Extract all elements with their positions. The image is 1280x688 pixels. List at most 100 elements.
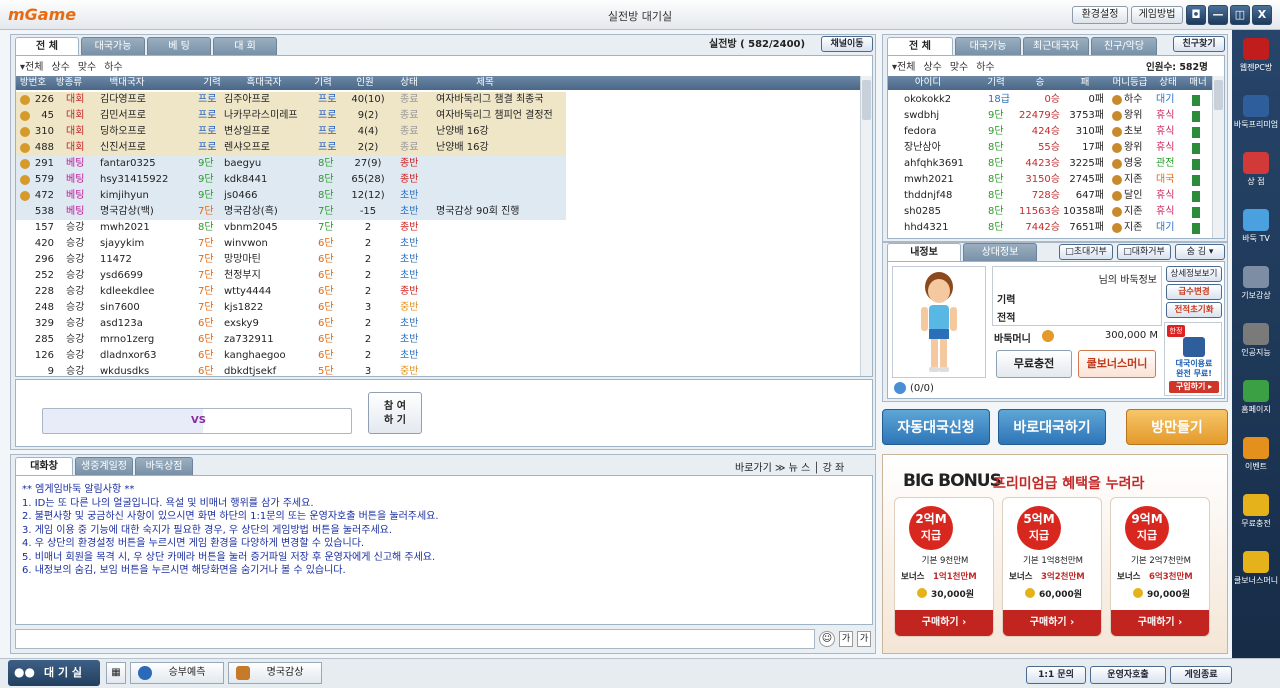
room-col-5[interactable]: 기력 — [308, 76, 338, 90]
user-row[interactable]: mwh2021 8단 3150승 2745패 지존 대국 — [888, 172, 1212, 188]
room-row[interactable]: 420 승강 sjayykim 7단 winvwon 6단 2 초반 — [16, 236, 860, 252]
room-row[interactable]: 285 승강 mrno1zerg 6단 za732911 6단 2 초반 — [16, 332, 860, 348]
sidebar-item-4[interactable]: 기보감상 — [1232, 266, 1280, 301]
user-filter-0[interactable]: ▾전체 — [892, 62, 915, 73]
chat-tab-1[interactable]: 생중계일정 — [75, 457, 133, 475]
user-row[interactable]: fedora 9단 424승 310패 초보 휴식 — [888, 124, 1212, 140]
room-tab-0[interactable]: 전 체 — [15, 37, 79, 55]
call-admin-button[interactable]: 운영자호출 — [1090, 666, 1166, 684]
room-col-6[interactable]: 인원 — [342, 76, 388, 90]
user-row[interactable]: okokokk2 18급 0승 0패 하수 대기 — [888, 92, 1212, 108]
room-row[interactable]: 329 승강 asd123a 6단 exsky9 6단 2 초반 — [16, 316, 860, 332]
reset-record-button[interactable]: 전적초기화 — [1166, 302, 1222, 318]
sidebar-item-9[interactable]: 쿨보너스머니 — [1232, 551, 1280, 586]
promo-buy-button[interactable]: 구매하기 › — [895, 610, 993, 636]
room-row[interactable]: 538 베팅 명국감상(백) 7단 명국감상(흑) 7단 -15 초반 명국감상 90회 진행 — [16, 204, 860, 220]
room-row[interactable]: 228 승강 kdleekdlee 7단 wtty4444 6단 2 종반 — [16, 284, 860, 300]
room-row[interactable]: 472 베팅 kimjihyun 9단 js0466 8단 12(12) 초반 — [16, 188, 860, 204]
promo-card[interactable]: 5억M 지급 기본 1억8천만M 보너스 3억2천만M 60,000원 구매하기 › — [1002, 497, 1102, 637]
room-row[interactable]: 252 승강 ysd6699 7단 천정부지 6단 2 초반 — [16, 268, 860, 284]
room-tab-2[interactable]: 베 팅 — [147, 37, 211, 55]
room-row[interactable]: 579 베팅 hsy31415922 9단 kdk8441 8단 65(28) 종반 — [16, 172, 860, 188]
user-col-2[interactable]: 승 — [1020, 76, 1060, 90]
quick-links[interactable]: 바로가기 ≫ 뉴 스 │ 강 좌 — [735, 459, 844, 474]
room-filter-1[interactable]: 상수 — [51, 62, 69, 73]
free-fee-ad[interactable]: 한정 대국이용료 완전 무료! 구입하기 ▸ — [1164, 322, 1222, 396]
room-row[interactable]: 310 대회 딩하오프로 프로 변상일프로 프로 4(4) 종료 난양배 16강 — [16, 124, 860, 140]
settings-button[interactable]: 환경설정 — [1072, 6, 1128, 24]
room-row[interactable]: 488 대회 신진서프로 프로 렌샤오프로 프로 2(2) 종료 난양배 16강 — [16, 140, 860, 156]
channel-move-button[interactable]: 채널이동 — [821, 36, 873, 52]
user-row[interactable]: sh0285 8단 11563승 10358패 지존 휴식 — [888, 204, 1212, 220]
rank-change-button[interactable]: 급수변경 — [1166, 284, 1222, 300]
room-row[interactable]: 126 승강 dladnxor63 6단 kanghaegoo 6단 2 초반 — [16, 348, 860, 364]
user-filter-3[interactable]: 하수 — [976, 62, 994, 73]
ad-buy-button[interactable]: 구입하기 ▸ — [1169, 381, 1219, 393]
user-col-0[interactable]: 아이디 — [898, 76, 958, 90]
font-icon[interactable]: 가 — [839, 631, 853, 647]
camera-icon[interactable]: ◘ — [1186, 5, 1206, 25]
find-friend-button[interactable]: 친구찾기 — [1173, 36, 1225, 52]
room-filter-2[interactable]: 맞수 — [78, 62, 96, 73]
sidebar-item-1[interactable]: 바둑프리미엄 — [1232, 95, 1280, 130]
free-charge-button[interactable]: 무료충전 — [996, 350, 1072, 378]
chat-tab-0[interactable]: 대화창 — [15, 457, 73, 475]
room-row[interactable]: 226 대회 김다영프로 프로 김주아프로 프로 40(10) 종료 여자바둑리그 챔결 최종국 — [16, 92, 860, 108]
room-tab-1[interactable]: 대국가능 — [81, 37, 145, 55]
direct-match-button[interactable]: 바로대국하기 — [998, 409, 1106, 445]
close-icon[interactable]: X — [1252, 5, 1272, 25]
user-row[interactable]: ahfqhk3691 8단 4423승 3225패 영웅 관전 — [888, 156, 1212, 172]
room-row[interactable]: 291 베팅 fantar0325 9단 baegyu 8단 27(9) 종반 — [16, 156, 860, 172]
promo-card[interactable]: 2억M 지급 기본 9천만M 보너스 1억1천만M 30,000원 구매하기 › — [894, 497, 994, 637]
chat-block-checkbox[interactable]: □대화거부 — [1117, 244, 1171, 260]
promo-card[interactable]: 9억M 지급 기본 2억7천만M 보너스 6억3천만M 90,000원 구매하기 › — [1110, 497, 1210, 637]
user-col-4[interactable]: 머니등급 — [1108, 76, 1152, 90]
chat-tab-2[interactable]: 바둑상점 — [135, 457, 193, 475]
user-row[interactable]: swdbhj 9단 22479승 3753패 왕위 휴식 — [888, 108, 1212, 124]
hide-button[interactable]: 숨 김 ▾ — [1175, 244, 1225, 260]
user-row[interactable]: thddnjf48 8단 728승 647패 달인 휴식 — [888, 188, 1212, 204]
grid-icon[interactable]: ▦ — [106, 662, 126, 684]
user-filter-2[interactable]: 맞수 — [950, 62, 968, 73]
room-row[interactable]: 9 승강 wkdusdks 6단 dbkdtjsekf 5단 3 중반 — [16, 364, 860, 376]
sidebar-item-5[interactable]: 인공지능 — [1232, 323, 1280, 358]
sidebar-item-6[interactable]: 홈페이지 — [1232, 380, 1280, 415]
user-row[interactable]: hhd4321 8단 7442승 7651패 지존 대기 — [888, 220, 1212, 236]
join-button[interactable]: 참 여 하 기 — [368, 392, 422, 434]
sidebar-item-7[interactable]: 이벤트 — [1232, 437, 1280, 472]
user-tab-0[interactable]: 전 체 — [887, 37, 953, 55]
room-col-0[interactable]: 방번호 — [16, 76, 50, 90]
user-row[interactable]: 장난삼아 8단 55승 17패 왕위 휴식 — [888, 140, 1212, 156]
promo-buy-button[interactable]: 구매하기 › — [1003, 610, 1101, 636]
sidebar-item-0[interactable]: 웹젠PC방 — [1232, 38, 1280, 73]
room-col-7[interactable]: 상태 — [392, 76, 426, 90]
room-filter-3[interactable]: 하수 — [104, 62, 122, 73]
user-tab-1[interactable]: 대국가능 — [955, 37, 1021, 55]
user-col-3[interactable]: 패 — [1066, 76, 1104, 90]
detail-info-button[interactable]: 상세정보보기 — [1166, 266, 1222, 282]
user-col-1[interactable]: 기력 — [978, 76, 1014, 90]
room-filter-0[interactable]: ▾전체 — [20, 62, 43, 73]
user-filter-1[interactable]: 상수 — [923, 62, 941, 73]
user-col-6[interactable]: 매너 — [1184, 76, 1212, 90]
bonus-money-button[interactable]: 쿨보너스머니 — [1078, 350, 1156, 378]
auto-match-button[interactable]: 자동대국신청 — [882, 409, 990, 445]
room-row[interactable]: 45 대회 김민서프로 프로 나카무라스미레프 프로 9(2) 종료 여자바둑리그 챔피언 결정… — [16, 108, 860, 124]
room-col-8[interactable]: 제목 — [430, 76, 540, 90]
room-col-1[interactable]: 방종류 — [52, 76, 86, 90]
user-tab-2[interactable]: 최근대국자 — [1023, 37, 1089, 55]
sidebar-item-3[interactable]: 바둑 TV — [1232, 209, 1280, 244]
room-col-4[interactable]: 흑대국자 — [222, 76, 306, 90]
sidebar-item-2[interactable]: 상 점 — [1232, 152, 1280, 187]
room-row[interactable]: 157 승강 mwh2021 8단 vbnm2045 7단 2 종반 — [16, 220, 860, 236]
tab-my-info[interactable]: 내정보 — [887, 243, 961, 261]
chat-input[interactable] — [15, 629, 815, 649]
room-col-2[interactable]: 백대국자 — [88, 76, 166, 90]
create-room-button[interactable]: 방만들기 — [1126, 409, 1228, 445]
user-tab-3[interactable]: 친구/악당 — [1091, 37, 1157, 55]
user-col-5[interactable]: 상태 — [1154, 76, 1182, 90]
howto-button[interactable]: 게임방법 — [1131, 6, 1183, 24]
inquiry-button[interactable]: 1:1 문의 — [1026, 666, 1086, 684]
room-row[interactable]: 248 승강 sin7600 7단 kjs1822 6단 3 중반 — [16, 300, 860, 316]
promo-buy-button[interactable]: 구매하기 › — [1111, 610, 1209, 636]
